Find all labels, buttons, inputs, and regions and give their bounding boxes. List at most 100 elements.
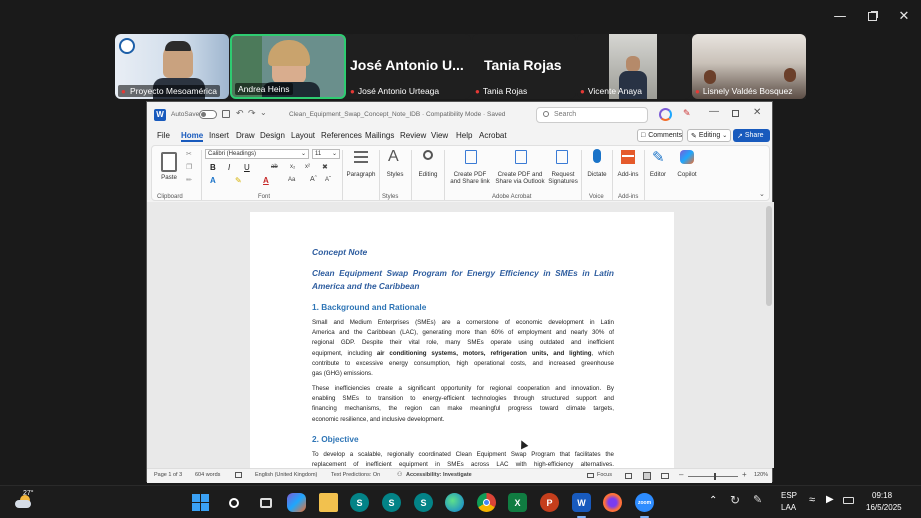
menu-file[interactable]: File	[157, 131, 170, 140]
vertical-scrollbar[interactable]	[766, 206, 772, 306]
keyboard-layout[interactable]: LAA	[781, 503, 796, 512]
share-button[interactable]: ↗ Share	[733, 129, 770, 142]
change-case-icon[interactable]: Aa	[288, 177, 295, 183]
sync-icon[interactable]: ↻	[730, 493, 740, 507]
redo-icon[interactable]: ↷	[248, 108, 256, 119]
bold-icon[interactable]: B	[210, 163, 216, 172]
shrink-font-icon[interactable]: Aˇ	[325, 177, 331, 183]
zoom-out-icon[interactable]: –	[679, 470, 683, 479]
search-icon[interactable]	[224, 493, 243, 512]
find-icon[interactable]	[423, 150, 433, 160]
format-painter-icon[interactable]: ✏	[186, 176, 192, 184]
addins-button[interactable]: Add-ins	[614, 171, 642, 178]
word-count[interactable]: 604 words	[195, 472, 220, 478]
chevron-up-icon[interactable]: ⌃	[709, 495, 717, 506]
create-pdf-share-link-button[interactable]: Create PDF and Share link	[449, 171, 491, 185]
customize-icon[interactable]: ⌄	[260, 108, 267, 117]
menu-acrobat[interactable]: Acrobat	[479, 131, 507, 140]
request-signatures-button[interactable]: Request Signatures	[547, 171, 579, 185]
menu-home[interactable]: Home	[181, 131, 204, 142]
sharepoint-icon[interactable]: S	[350, 493, 369, 512]
editing-button[interactable]: Editing	[414, 171, 442, 178]
start-icon[interactable]	[191, 493, 210, 512]
close-icon[interactable]: ✕	[753, 107, 761, 118]
paragraph-icon[interactable]	[354, 151, 368, 163]
paragraph-button[interactable]: Paragraph	[343, 171, 379, 178]
focus-icon[interactable]	[587, 473, 594, 478]
editor-icon[interactable]: ✎	[652, 148, 665, 166]
wifi-icon[interactable]: ≈	[809, 494, 815, 506]
copilot-badge-icon[interactable]	[659, 108, 672, 121]
font-name-select[interactable]: Calibri (Headings) ⌄	[205, 149, 309, 159]
word-icon[interactable]: W	[572, 493, 591, 512]
create-pdf-share-outlook-button[interactable]: Create PDF and Share via Outlook	[493, 171, 547, 185]
create-pdf-icon[interactable]	[465, 150, 477, 164]
zoom-level[interactable]: 120%	[754, 472, 768, 478]
minimize-icon[interactable]: —	[709, 106, 719, 117]
participant-tile-active[interactable]: Andrea Heins	[230, 34, 346, 99]
volume-icon[interactable]: ▶	[826, 494, 834, 505]
collapse-ribbon-icon[interactable]: ⌄	[759, 190, 765, 198]
sharepoint-icon[interactable]: S	[414, 493, 433, 512]
task-view-icon[interactable]	[256, 493, 275, 512]
styles-button[interactable]: Styles	[381, 171, 409, 178]
microphone-icon[interactable]	[593, 149, 601, 163]
signature-icon[interactable]	[556, 150, 568, 164]
designer-icon[interactable]: ✎	[683, 108, 691, 119]
editor-button[interactable]: Editor	[646, 171, 670, 178]
italic-icon[interactable]: I	[228, 163, 230, 172]
copilot-icon[interactable]	[680, 150, 694, 164]
page-count[interactable]: Page 1 of 3	[154, 472, 182, 478]
firefox-icon[interactable]	[603, 493, 622, 512]
text-predictions-status[interactable]: Text Predictions: On	[331, 472, 380, 478]
proofing-icon[interactable]	[235, 472, 242, 478]
minimize-icon[interactable]: —	[829, 7, 851, 25]
text-effects-icon[interactable]: A	[210, 176, 216, 185]
close-icon[interactable]: ✕	[893, 7, 915, 25]
superscript-icon[interactable]: x²	[305, 164, 310, 170]
menu-draw[interactable]: Draw	[236, 131, 255, 140]
copilot-button[interactable]: Copilot	[673, 171, 701, 178]
menu-review[interactable]: Review	[400, 131, 426, 140]
menu-help[interactable]: Help	[456, 131, 472, 140]
participant-tile[interactable]: Tania Rojas ● Tania Rojas	[472, 34, 576, 99]
cut-icon[interactable]: ✂	[186, 150, 192, 158]
edge-icon[interactable]	[445, 493, 464, 512]
menu-mailings[interactable]: Mailings	[365, 131, 394, 140]
powerpoint-icon[interactable]: P	[540, 493, 559, 512]
comments-button[interactable]: □ Comments	[637, 129, 683, 142]
language-code[interactable]: ESP	[781, 491, 797, 500]
zoom-icon[interactable]: zoom	[635, 493, 654, 512]
clear-format-icon[interactable]: ✖	[322, 163, 328, 171]
clock-date[interactable]: 16/5/2025	[866, 503, 902, 512]
read-mode-icon[interactable]	[625, 473, 632, 479]
accessibility-status[interactable]: Accessibility: Investigate	[406, 472, 472, 478]
zoom-in-icon[interactable]: +	[742, 470, 747, 479]
pen-icon[interactable]: ✎	[753, 493, 762, 506]
copy-icon[interactable]: ❐	[186, 163, 192, 171]
paste-button[interactable]: Paste	[158, 174, 180, 181]
menu-view[interactable]: View	[431, 131, 448, 140]
print-layout-icon[interactable]	[643, 472, 651, 480]
undo-icon[interactable]: ↶	[236, 108, 244, 119]
autosave-toggle[interactable]	[199, 110, 217, 119]
subscript-icon[interactable]: x₂	[290, 164, 295, 170]
restore-icon[interactable]	[732, 110, 739, 117]
font-size-select[interactable]: 11 ⌄	[312, 149, 340, 159]
web-layout-icon[interactable]	[661, 473, 669, 479]
grow-font-icon[interactable]: Aˆ	[310, 176, 317, 183]
participant-tile[interactable]: José Antonio U... ● José Antonio Urteaga	[347, 34, 471, 99]
document-page[interactable]: Concept Note Clean Equipment Swap Progra…	[250, 212, 674, 472]
paste-icon[interactable]	[161, 152, 177, 172]
strikethrough-icon[interactable]: ab	[271, 164, 278, 170]
styles-icon[interactable]: A	[388, 148, 399, 166]
underline-icon[interactable]: U	[244, 163, 250, 172]
font-color-icon[interactable]: A	[263, 176, 269, 185]
highlight-icon[interactable]: ✎	[235, 176, 242, 185]
menu-insert[interactable]: Insert	[209, 131, 229, 140]
chrome-icon[interactable]	[477, 493, 496, 512]
create-pdf-outlook-icon[interactable]	[515, 150, 527, 164]
participant-tile[interactable]: ● Proyecto Mesoamérica	[115, 34, 229, 99]
search-box[interactable]: Search	[536, 107, 648, 123]
file-explorer-icon[interactable]	[319, 493, 338, 512]
